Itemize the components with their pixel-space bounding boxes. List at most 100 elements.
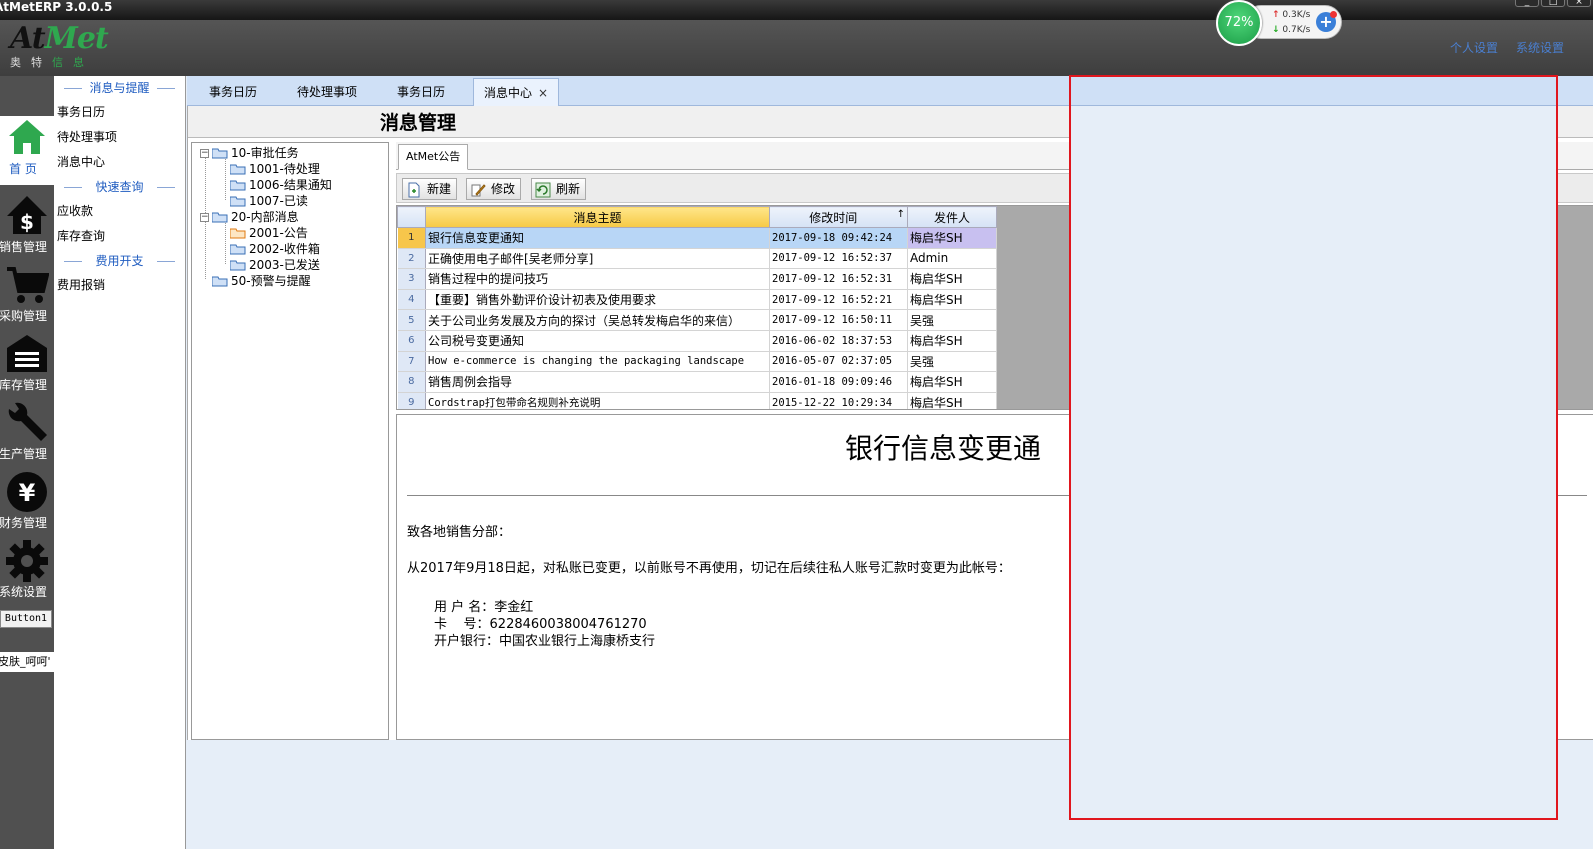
folder-tree: −10-审批任务 1001-待处理 1006-结果通知 1007-已读 −20-… bbox=[191, 142, 389, 740]
row-number: 5 bbox=[397, 309, 426, 331]
skin-selector[interactable]: 皮肤_呵呵' bbox=[0, 652, 54, 672]
nav-purchase[interactable]: 采购管理 bbox=[0, 263, 54, 332]
menu-item-receivables[interactable]: 应收款 bbox=[54, 199, 185, 224]
dollar-house-icon: $ bbox=[7, 196, 47, 234]
account-bank: 开户银行：中国农业银行上海康桥支行 bbox=[434, 634, 656, 649]
title-bar: AtMetERP 3.0.0.5 _ □ × bbox=[0, 0, 1593, 20]
app-title: AtMetERP 3.0.0.5 bbox=[0, 0, 113, 14]
column-header-time[interactable]: 修改时间 ↑ bbox=[769, 206, 908, 228]
memory-percent-badge: 72% bbox=[1216, 0, 1262, 46]
cell-subject: How e-commerce is changing the packaging… bbox=[425, 351, 770, 373]
cell-sender: Admin bbox=[907, 248, 997, 270]
download-arrow-icon: ↓ bbox=[1272, 25, 1280, 35]
home-icon bbox=[9, 120, 45, 154]
button1[interactable]: Button1 bbox=[0, 610, 52, 628]
column-header-subject[interactable]: 消息主题 bbox=[425, 206, 770, 228]
cell-time: 2015-12-22 10:29:34 bbox=[769, 392, 908, 409]
menu-item-reimbursement[interactable]: 费用报销 bbox=[54, 273, 185, 298]
table-row[interactable]: 2 正确使用电子邮件[吴老师分享] 2017-09-12 16:52:37 Admin bbox=[397, 248, 997, 270]
new-doc-icon bbox=[408, 182, 420, 197]
row-number: 1 bbox=[397, 227, 426, 249]
message-title: 银行信息变更通 bbox=[845, 432, 1042, 465]
nav-finance[interactable]: ¥ 财务管理 bbox=[0, 470, 54, 539]
menu-item-stock-query[interactable]: 库存查询 bbox=[54, 224, 185, 249]
menu-item-pending[interactable]: 待处理事项 bbox=[54, 125, 185, 150]
table-row[interactable]: 5 关于公司业务发展及方向的探讨（吴总转发梅启华的来信） 2017-09-12 16… bbox=[397, 309, 997, 331]
tree-node-sent[interactable]: 2003-已发送 bbox=[230, 257, 320, 273]
account-number: 卡 号：6228460038004761270 bbox=[434, 617, 647, 632]
cell-time: 2016-06-02 18:37:53 bbox=[769, 330, 908, 352]
tab-calendar-2[interactable]: 事务日历 bbox=[387, 78, 455, 106]
minimize-button[interactable]: _ bbox=[1515, 0, 1539, 7]
tree-node-inbox[interactable]: 2002-收件箱 bbox=[230, 241, 320, 257]
notification-dot bbox=[1330, 11, 1337, 18]
cell-sender: 梅启华SH bbox=[907, 227, 997, 249]
grid-corner[interactable] bbox=[397, 206, 426, 228]
cell-time: 2017-09-12 16:52:31 bbox=[769, 268, 908, 290]
nav-production[interactable]: 生产管理 bbox=[0, 401, 54, 470]
table-row[interactable]: 9 Cordstrap打包带命名规则补充说明 2015-12-22 10:29:34… bbox=[397, 392, 997, 409]
folder-icon bbox=[230, 244, 246, 255]
close-tab-icon[interactable]: × bbox=[538, 86, 548, 100]
sub-menu: 消息与提醒 事务日历 待处理事项 消息中心 快速查询 应收款 库存查询 费用开支… bbox=[54, 76, 186, 849]
column-header-sender[interactable]: 发件人 bbox=[907, 206, 997, 228]
account-details: 用 户 名：李金红 卡 号：6228460038004761270 开户银行：中… bbox=[434, 599, 655, 650]
menu-item-calendar[interactable]: 事务日历 bbox=[54, 100, 185, 125]
tab-pending[interactable]: 待处理事项 bbox=[287, 78, 367, 106]
table-row[interactable]: 4 【重要】销售外勤评价设计初表及使用要求 2017-09-12 16:52:21 梅… bbox=[397, 289, 997, 311]
cell-time: 2017-09-12 16:52:21 bbox=[769, 289, 908, 311]
nav-inventory[interactable]: 库存管理 bbox=[0, 332, 54, 401]
highlight-rectangle bbox=[1069, 75, 1558, 820]
personal-settings-link[interactable]: 个人设置 bbox=[1450, 39, 1498, 56]
tree-node-pending[interactable]: 1001-待处理 bbox=[230, 161, 320, 177]
tree-node-approval[interactable]: −10-审批任务 bbox=[200, 145, 299, 161]
table-row[interactable]: 3 销售过程中的提问技巧 2017-09-12 16:52:31 梅启华SH bbox=[397, 268, 997, 290]
upload-speed: 0.3K/s bbox=[1282, 10, 1311, 20]
maximize-button[interactable]: □ bbox=[1541, 0, 1565, 7]
atmet-logo: AtMet 奥特信息 bbox=[10, 21, 109, 70]
row-number: 8 bbox=[397, 371, 426, 393]
tree-node-result-notice[interactable]: 1006-结果通知 bbox=[230, 177, 332, 193]
tree-node-read[interactable]: 1007-已读 bbox=[230, 193, 308, 209]
row-number: 4 bbox=[397, 289, 426, 311]
new-button[interactable]: 新建 bbox=[402, 178, 458, 200]
tree-node-internal[interactable]: −20-内部消息 bbox=[200, 209, 299, 225]
system-settings-link[interactable]: 系统设置 bbox=[1516, 39, 1564, 56]
folder-icon bbox=[212, 276, 228, 287]
table-row[interactable]: 8 销售周例会指导 2016-01-18 09:09:46 梅启华SH bbox=[397, 371, 997, 393]
nav-system-settings[interactable]: 系统设置 bbox=[0, 539, 54, 608]
table-row[interactable]: 7 How e-commerce is changing the packagin… bbox=[397, 351, 997, 373]
message-greeting: 致各地销售分部： bbox=[407, 525, 512, 540]
folder-selected-icon bbox=[230, 228, 246, 239]
folder-icon bbox=[230, 196, 246, 207]
tab-atmet-announcement[interactable]: AtMet公告 bbox=[398, 144, 469, 170]
sort-asc-icon: ↑ bbox=[896, 208, 905, 220]
cell-sender: 梅启华SH bbox=[907, 371, 997, 393]
cell-sender: 梅启华SH bbox=[907, 289, 997, 311]
network-speed-widget[interactable]: 72% ↑ 0.3K/s ↓ 0.7K/s + bbox=[1216, 0, 1342, 46]
tree-node-alerts[interactable]: 50-预警与提醒 bbox=[212, 273, 311, 289]
tree-node-announcement[interactable]: 2001-公告 bbox=[230, 225, 308, 241]
yen-icon: ¥ bbox=[7, 472, 47, 512]
tab-calendar-1[interactable]: 事务日历 bbox=[199, 78, 267, 106]
warehouse-icon bbox=[7, 335, 47, 372]
cell-time: 2017-09-12 16:52:37 bbox=[769, 248, 908, 270]
collapse-icon: − bbox=[200, 148, 209, 158]
refresh-button[interactable]: 刷新 bbox=[531, 178, 587, 200]
edit-button[interactable]: 修改 bbox=[466, 178, 522, 200]
row-number: 9 bbox=[397, 392, 426, 409]
tab-message-center[interactable]: 消息中心 × bbox=[473, 78, 560, 107]
nav-sales[interactable]: $ 销售管理 bbox=[0, 194, 54, 263]
svg-text:$: $ bbox=[20, 210, 34, 234]
close-window-button[interactable]: × bbox=[1567, 0, 1591, 7]
wrench-icon bbox=[8, 402, 47, 441]
menu-section-quick-query: 快速查询 bbox=[54, 175, 185, 199]
menu-item-message-center[interactable]: 消息中心 bbox=[54, 150, 185, 175]
cell-sender: 吴强 bbox=[907, 309, 997, 331]
window-controls: _ □ × bbox=[1515, 0, 1591, 7]
cell-sender: 梅启华SH bbox=[907, 330, 997, 352]
nav-home[interactable]: 首 页 bbox=[0, 116, 54, 185]
table-row[interactable]: 6 公司税号变更通知 2016-06-02 18:37:53 梅启华SH bbox=[397, 330, 997, 352]
table-row[interactable]: 1 银行信息变更通知 2017-09-18 09:42:24 梅启华SH bbox=[397, 227, 997, 249]
cell-subject: Cordstrap打包带命名规则补充说明 bbox=[425, 392, 770, 409]
